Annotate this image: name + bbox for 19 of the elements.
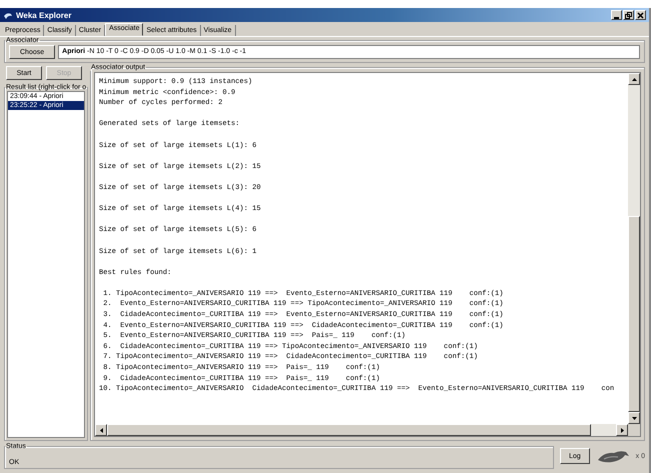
window-title: Weka Explorer [16, 10, 72, 20]
minimize-button[interactable] [611, 10, 622, 20]
up-arrow-icon [632, 78, 636, 80]
scroll-up-button[interactable] [628, 73, 640, 85]
right-arrow-icon [620, 428, 624, 432]
scroll-right-button[interactable] [616, 424, 628, 436]
bird-icon [3, 10, 13, 20]
scroll-down-button[interactable] [628, 412, 640, 424]
scrollbar-corner [628, 424, 640, 436]
vertical-scrollbar[interactable] [628, 73, 640, 424]
left-arrow-icon [100, 428, 102, 432]
bird-icon [596, 448, 630, 464]
scroll-left-button[interactable] [95, 424, 107, 436]
horizontal-scrollbar[interactable] [95, 424, 640, 436]
close-button[interactable] [635, 10, 646, 20]
close-icon [637, 12, 644, 18]
restore-icon [625, 12, 632, 18]
down-arrow-icon [632, 416, 636, 420]
restore-button[interactable] [623, 10, 634, 20]
